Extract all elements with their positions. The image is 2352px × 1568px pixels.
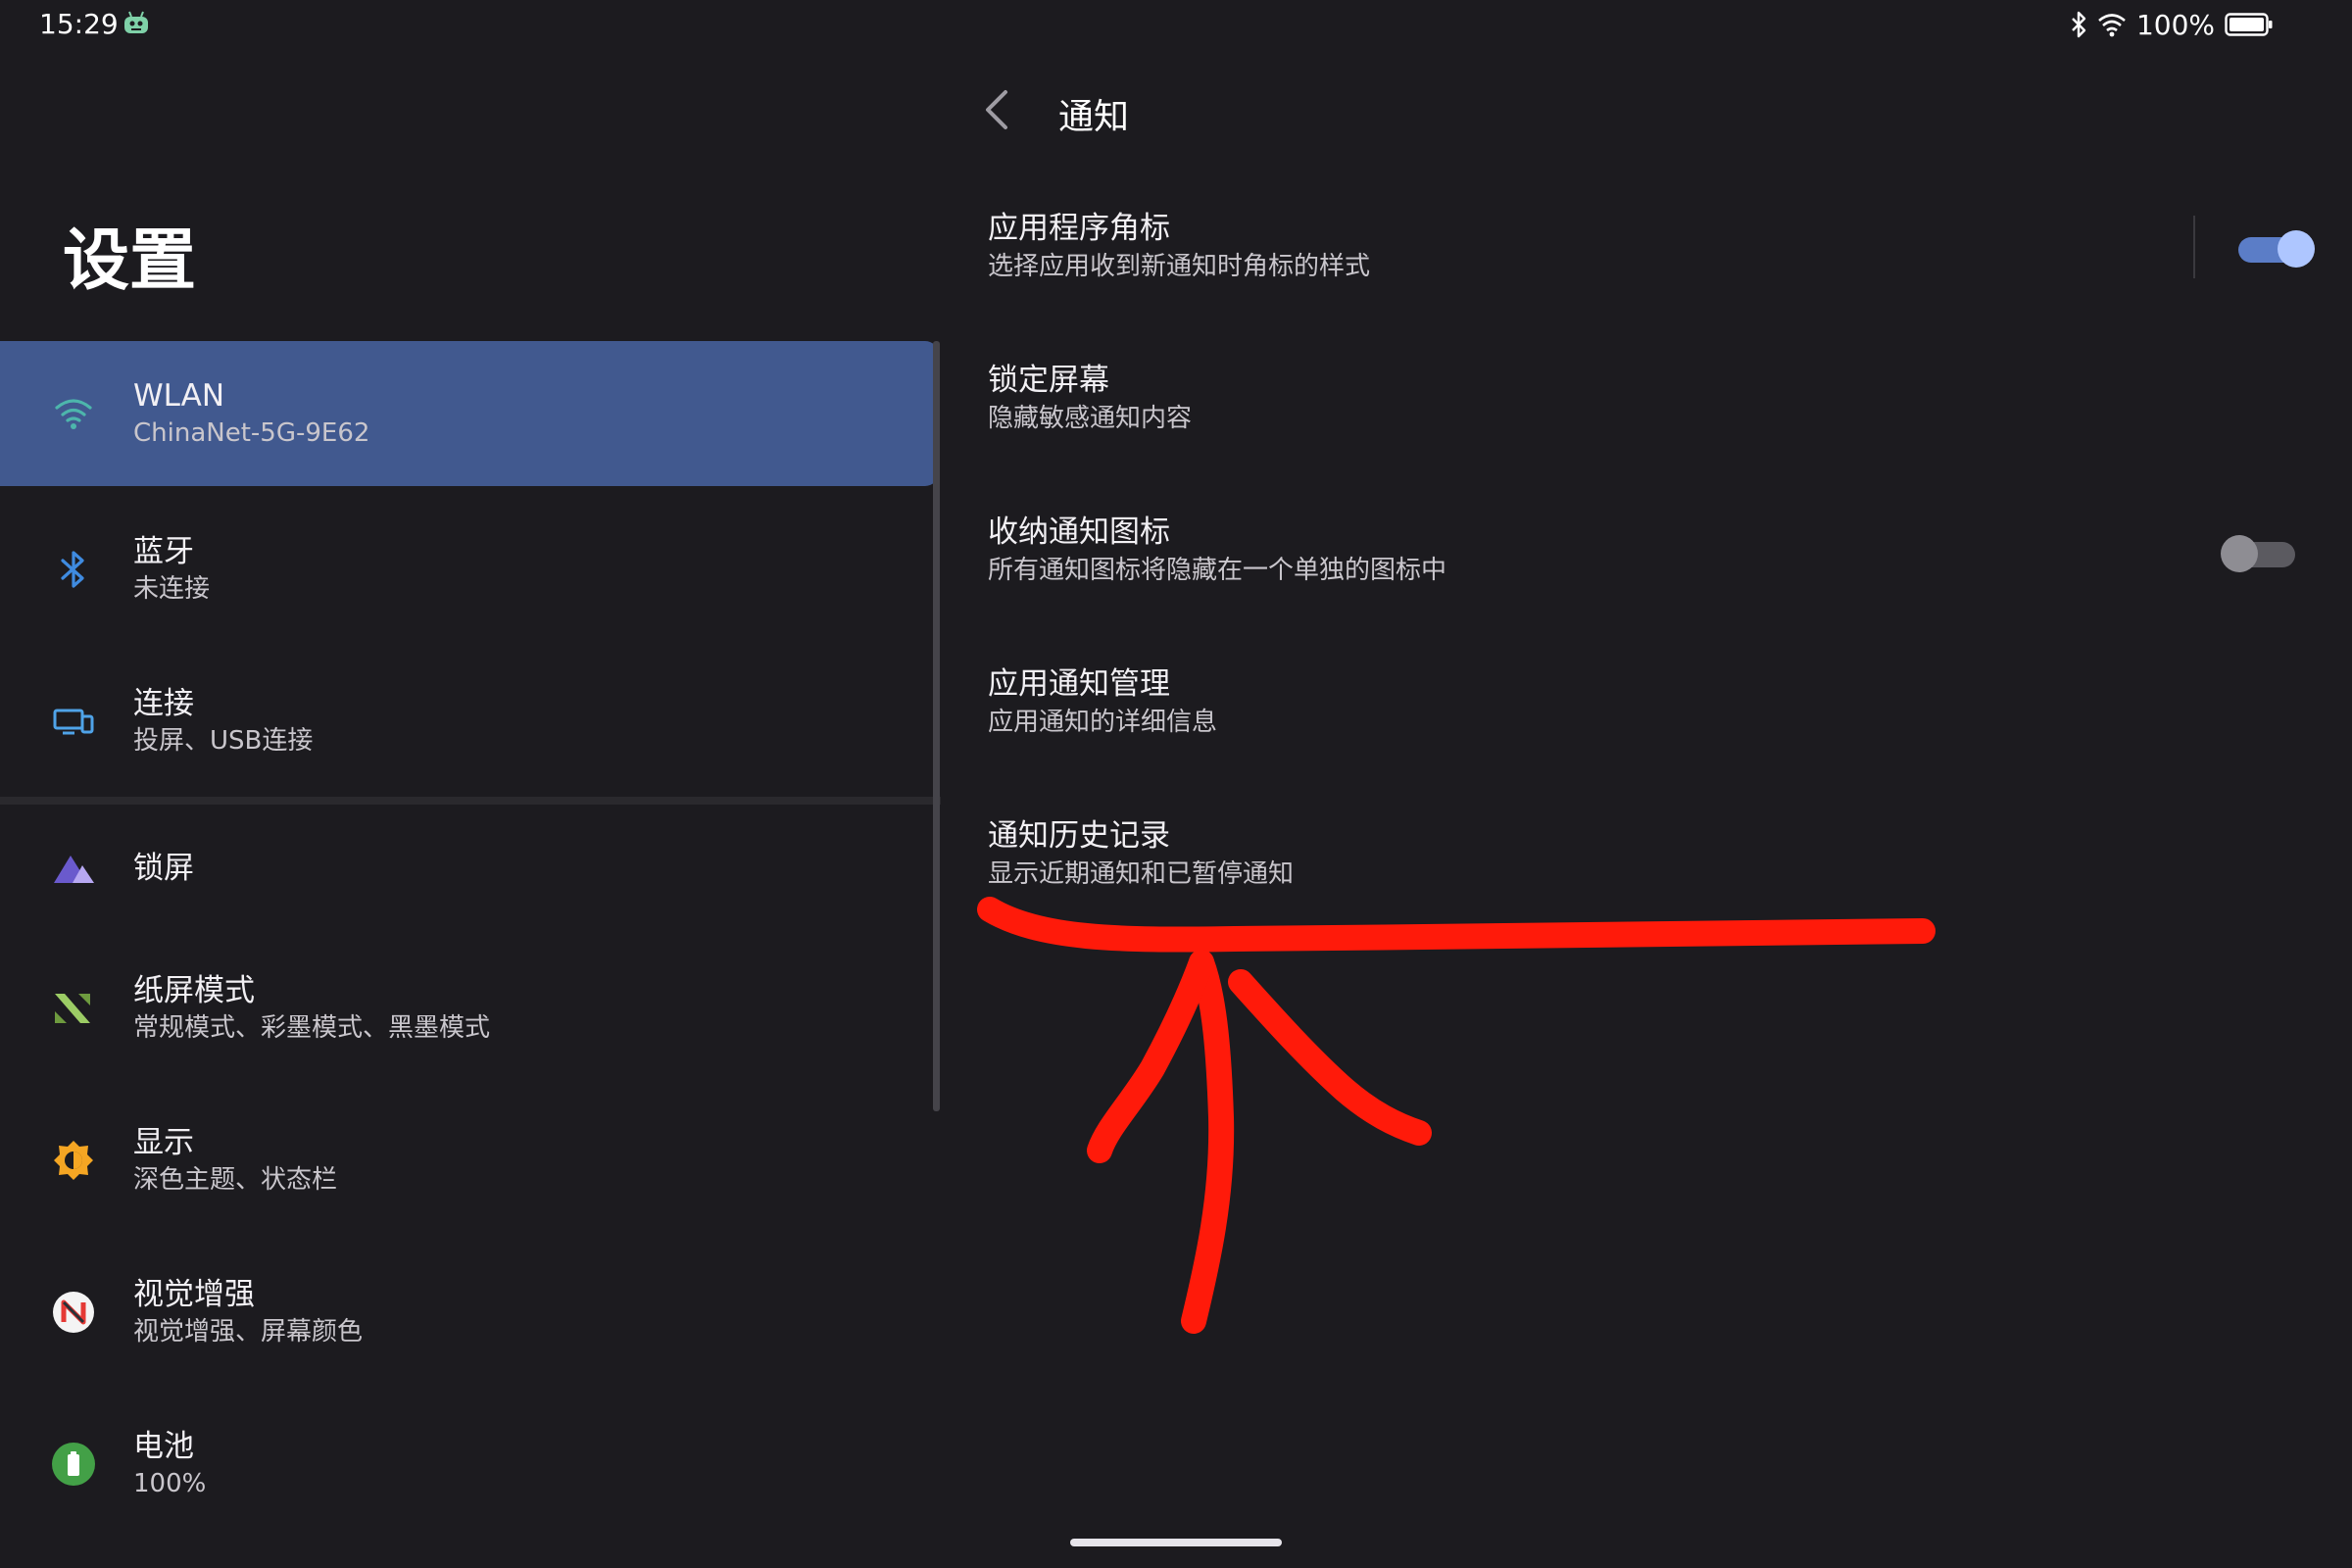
battery-full-icon	[2225, 13, 2273, 36]
menu-item-subtitle: 深色主题、状态栏	[133, 1164, 338, 1195]
menu-item-title: 连接	[133, 685, 194, 721]
menu-item-title: 视觉增强	[133, 1276, 255, 1312]
lock-screen-triangle-icon	[54, 856, 94, 883]
pref-notification-history[interactable]: 通知历史记录 显示近期通知和已暂停通知	[988, 815, 2352, 962]
collapse-icons-toggle[interactable]	[2221, 532, 2299, 572]
pref-collapse-icons[interactable]: 收纳通知图标 所有通知图标将隐藏在一个单独的图标中	[988, 512, 2352, 659]
menu-item-title: 锁屏	[133, 851, 194, 886]
menu-item-wlan[interactable]: WLAN ChinaNet-5G-9E62	[0, 341, 939, 486]
settings-menu: WLAN ChinaNet-5G-9E62 蓝牙 未连接 连接 投屏、USB连接	[0, 341, 941, 1540]
pref-title: 收纳通知图标	[988, 514, 1170, 550]
menu-item-battery[interactable]: 电池 100%	[0, 1388, 941, 1540]
pref-subtitle: 所有通知图标将隐藏在一个单独的图标中	[988, 556, 1447, 585]
status-icons: 100%	[2070, 8, 2274, 41]
pref-title: 应用通知管理	[988, 666, 1170, 702]
menu-item-subtitle: 视觉增强、屏幕颜色	[133, 1316, 364, 1347]
menu-item-title: 蓝牙	[133, 533, 194, 569]
menu-item-lock-screen[interactable]: 锁屏	[0, 805, 941, 932]
pref-lock-screen[interactable]: 锁定屏幕 隐藏敏感通知内容	[988, 360, 2352, 507]
bluetooth-icon	[61, 550, 84, 588]
battery-percent: 100%	[2135, 8, 2215, 41]
menu-item-title: WLAN	[133, 378, 225, 414]
wifi-icon	[55, 399, 92, 429]
pref-app-notification-management[interactable]: 应用通知管理 应用通知的详细信息	[988, 663, 2352, 810]
status-time: 15:29	[39, 8, 119, 40]
page-title: 通知	[1058, 97, 1130, 137]
pref-separator	[2193, 216, 2195, 278]
back-arrow-icon[interactable]	[970, 80, 1019, 139]
toggle-thumb	[2278, 230, 2315, 268]
menu-item-subtitle: 常规模式、彩墨模式、黑墨模式	[133, 1012, 491, 1043]
status-bar: 15:29 100%	[0, 0, 2352, 49]
pref-subtitle: 隐藏敏感通知内容	[988, 404, 1193, 433]
pref-subtitle: 应用通知的详细信息	[988, 708, 1218, 737]
wifi-icon	[2098, 14, 2126, 37]
menu-item-title: 纸屏模式	[133, 972, 255, 1008]
toggle-thumb	[2221, 535, 2258, 572]
pref-title: 锁定屏幕	[988, 363, 1109, 398]
menu-item-display[interactable]: 显示 深色主题、状态栏	[0, 1084, 941, 1236]
brightness-icon	[54, 1140, 93, 1180]
bluetooth-icon	[2072, 11, 2086, 38]
app-badge-toggle[interactable]	[2234, 227, 2315, 268]
menu-item-connection[interactable]: 连接 投屏、USB连接	[0, 645, 941, 797]
vision-enhance-icon	[53, 1291, 94, 1333]
pref-app-badge[interactable]: 应用程序角标 选择应用收到新通知时角标的样式	[988, 208, 2352, 355]
pref-title: 通知历史记录	[988, 818, 1170, 854]
android-robot-icon	[124, 11, 148, 33]
menu-item-subtitle: 100%	[133, 1468, 207, 1498]
pref-subtitle: 选择应用收到新通知时角标的样式	[988, 252, 1371, 281]
home-indicator[interactable]	[1070, 1539, 1282, 1546]
menu-item-paper-mode[interactable]: 纸屏模式 常规模式、彩墨模式、黑墨模式	[0, 932, 941, 1084]
paper-mode-icon	[55, 993, 90, 1023]
menu-item-vision-enhance[interactable]: 视觉增强 视觉增强、屏幕颜色	[0, 1236, 941, 1388]
menu-item-subtitle: 投屏、USB连接	[133, 725, 314, 756]
devices-icon	[53, 709, 94, 734]
menu-item-subtitle: 未连接	[133, 573, 211, 604]
settings-title: 设置	[63, 222, 197, 300]
pref-subtitle: 显示近期通知和已暂停通知	[988, 859, 1295, 889]
annotation-arrow-shaft	[1181, 950, 1235, 1334]
menu-item-bluetooth[interactable]: 蓝牙 未连接	[0, 493, 941, 645]
annotation-arrow-right-head	[1228, 969, 1432, 1146]
battery-icon	[52, 1442, 95, 1486]
menu-item-title: 电池	[133, 1428, 194, 1464]
menu-item-title: 显示	[133, 1124, 194, 1160]
pane-divider-scrollbar[interactable]	[933, 341, 940, 1111]
pref-title: 应用程序角标	[988, 211, 1170, 246]
group-divider	[0, 797, 941, 805]
menu-item-subtitle: ChinaNet-5G-9E62	[133, 418, 370, 448]
annotation-arrow-left-head	[1087, 950, 1214, 1163]
